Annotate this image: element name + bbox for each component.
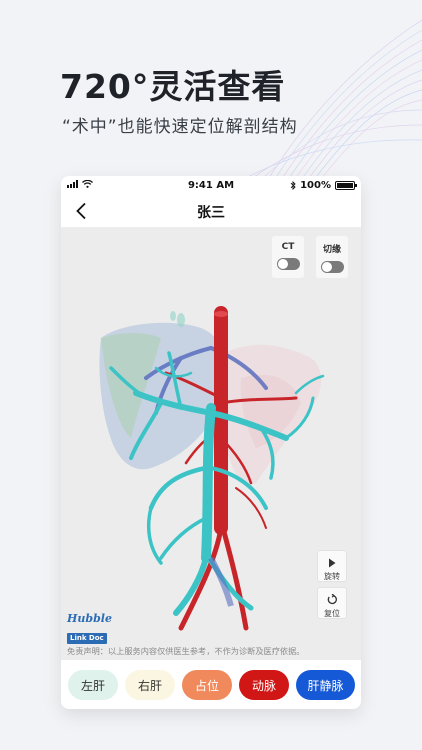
- 3d-model-viewer[interactable]: CT 切缘 旋转 复位 Hubble Link Doc 免责声明：以上服务内容仅…: [61, 228, 361, 660]
- reset-button[interactable]: 复位: [317, 587, 347, 619]
- margin-toggle-label: 切缘: [322, 245, 341, 255]
- battery-percent: 100%: [300, 180, 331, 191]
- artery-button[interactable]: 动脉: [239, 670, 289, 700]
- patient-name-title: 张三: [197, 205, 225, 221]
- disclaimer-text: 免责声明：以上服务内容仅供医生参考，不作为诊断及医疗依据。: [67, 646, 305, 656]
- play-icon: [329, 558, 336, 567]
- liver-vessel-3d-model[interactable]: [61, 228, 361, 660]
- ct-toggle-card: CT: [272, 236, 304, 278]
- logo-badge: Link Doc: [67, 633, 107, 644]
- reset-rotate-icon: [327, 594, 337, 605]
- ct-toggle-label: CT: [281, 242, 295, 252]
- ct-toggle-switch[interactable]: [276, 258, 300, 270]
- battery-icon: [335, 181, 357, 190]
- structure-button-row: 左肝 右肝 占位 动脉 肝静脉: [61, 670, 361, 702]
- margin-toggle-switch[interactable]: [320, 261, 344, 273]
- bluetooth-icon: [290, 181, 296, 190]
- logo-wordmark: Hubble: [67, 612, 112, 625]
- hepatic-vein-button[interactable]: 肝静脉: [296, 670, 355, 700]
- hubble-linkdoc-logo: Hubble Link Doc: [67, 612, 112, 644]
- tumor-button[interactable]: 占位: [182, 670, 232, 700]
- margin-toggle-card: 切缘: [316, 236, 348, 278]
- navigation-bar: 张三: [61, 196, 361, 228]
- promo-title: 720°灵活查看: [60, 67, 286, 106]
- status-bar: 9:41 AM 100%: [61, 176, 361, 196]
- battery-group: 100%: [290, 180, 357, 191]
- promo-subtitle: “术中”也能快速定位解剖结构: [62, 117, 298, 137]
- rotate-label: 旋转: [324, 572, 340, 581]
- reset-label: 复位: [324, 609, 340, 618]
- left-liver-button[interactable]: 左肝: [68, 670, 118, 700]
- rotate-button[interactable]: 旋转: [317, 550, 347, 582]
- phone-screen: 9:41 AM 100% 张三 CT 切缘 旋转 复位 Hubble Link …: [61, 176, 361, 709]
- right-liver-button[interactable]: 右肝: [125, 670, 175, 700]
